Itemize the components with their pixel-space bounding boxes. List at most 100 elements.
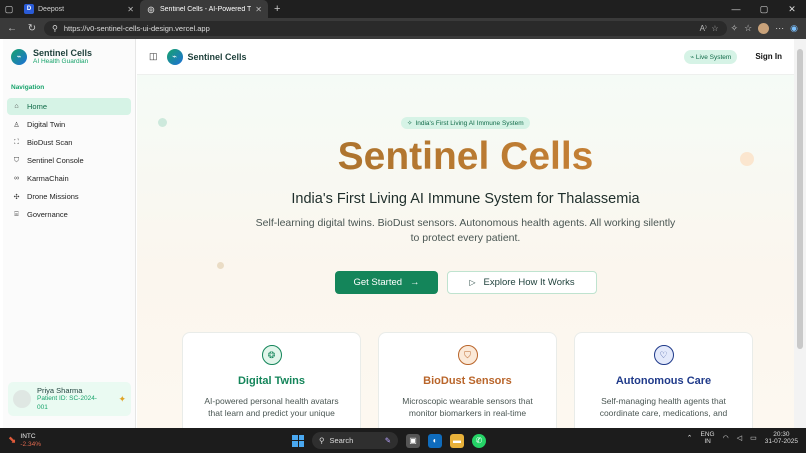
pulse-logo-icon: ⌁ — [166, 48, 183, 65]
sidebar-item-biodust-scan[interactable]: ⛶ BioDust Scan — [7, 134, 131, 151]
user-icon: ♙ — [13, 121, 20, 129]
profile-avatar[interactable] — [758, 23, 770, 34]
hero-pill-badge: ✧ India's First Living AI Immune System — [401, 117, 530, 129]
sidebar-item-digital-twin[interactable]: ♙ Digital Twin — [7, 116, 131, 133]
building-icon: ⌸ — [14, 210, 19, 218]
sidebar-item-drone-missions[interactable]: ✣ Drone Missions — [7, 188, 131, 205]
site-info-icon[interactable]: ⚲ — [52, 24, 58, 33]
sidebar-item-label: KarmaChain — [27, 174, 69, 183]
feature-description: Self-managing health agents that coordin… — [599, 396, 728, 418]
sidebar-brand[interactable]: ⌁ Sentinel Cells AI Health Guardian — [3, 39, 135, 74]
edge-browser-icon[interactable]: ◐ — [428, 433, 442, 448]
hero-subtitle: India's First Living AI Immune System fo… — [291, 191, 640, 207]
status-badge: ⌁ Live System — [684, 49, 738, 64]
battery-icon[interactable]: ▭ — [750, 434, 757, 442]
favorites-icon[interactable]: ☆ — [744, 23, 752, 34]
sidebar-item-karmachain[interactable]: ∞ KarmaChain — [7, 170, 131, 187]
drone-icon: ✣ — [13, 193, 20, 201]
feature-title: Digital Twins — [237, 375, 306, 387]
close-tab-icon[interactable]: ✕ — [255, 5, 262, 14]
browser-tab[interactable]: D Deepost ✕ — [18, 0, 140, 18]
more-menu-icon[interactable]: ⋯ — [775, 23, 784, 34]
sidebar-item-governance[interactable]: ⌸ Governance — [7, 206, 131, 223]
system-clock[interactable]: 20:30 31-07-2025 — [765, 431, 798, 446]
decorative-dot — [158, 118, 167, 127]
feature-card-biodust-sensors[interactable]: ⛉ BioDust Sensors Microscopic wearable s… — [378, 332, 557, 428]
home-icon: ⌂ — [14, 103, 19, 110]
top-bar: ◫ ⌁ Sentinel Cells ⌁ Live System Sign In — [137, 39, 794, 75]
back-icon[interactable]: ← — [4, 23, 20, 34]
arrow-right-icon: → — [410, 277, 420, 288]
copilot-icon[interactable]: ◉ — [790, 23, 798, 34]
browser-tab-strip: ▢ D Deepost ✕ ◎ Sentinel Cells - AI-Powe… — [0, 0, 806, 18]
sparkle-icon: ✦ — [118, 393, 126, 404]
sidebar-item-sentinel-console[interactable]: ⛉ Sentinel Console — [7, 152, 131, 169]
page-scrollbar[interactable] — [794, 39, 806, 428]
window-menu-icon[interactable]: ▢ — [0, 0, 18, 18]
region-code: IN — [704, 438, 711, 446]
status-text: Live System — [695, 53, 732, 61]
search-label: Search — [329, 436, 354, 445]
explore-button[interactable]: ▷ Explore How It Works — [447, 271, 597, 294]
button-label: Explore How It Works — [483, 277, 575, 288]
stock-down-icon: ⬊ — [8, 434, 17, 446]
feature-card-autonomous-care[interactable]: ♡ Autonomous Care Self-managing health a… — [574, 332, 753, 428]
stock-symbol: INTC — [20, 433, 36, 441]
chevron-up-icon[interactable]: ⌃ — [687, 434, 693, 442]
button-label: Get Started — [353, 277, 403, 288]
web-page: ⌁ Sentinel Cells AI Health Guardian Navi… — [3, 39, 794, 428]
new-tab-icon[interactable]: + — [268, 3, 286, 15]
hero-description: Self-learning digital twins. BioDust sen… — [255, 217, 676, 244]
decorative-dot — [217, 262, 224, 269]
sidebar-item-label: Governance — [27, 210, 68, 219]
search-art-icon: ✎ — [384, 436, 391, 445]
close-tab-icon[interactable]: ✕ — [127, 5, 134, 14]
taskbar: ⬊ INTC -2.34% ⚲ Search ✎ ▣ ◐ ▬ ✆ ⌃ ENG I… — [0, 428, 806, 453]
sign-in-button[interactable]: Sign In — [755, 52, 782, 61]
get-started-button[interactable]: Get Started → — [335, 271, 438, 294]
wifi-icon[interactable]: ◠ — [723, 434, 729, 442]
whatsapp-icon[interactable]: ✆ — [472, 433, 486, 448]
brand-tagline: AI Health Guardian — [33, 58, 89, 65]
stock-change: -2.34% — [20, 440, 41, 448]
header-title: Sentinel Cells — [187, 51, 247, 62]
address-bar-row: ← ↻ ⚲ https://v0-sentinel-cells-ui-desig… — [0, 18, 806, 39]
shield-icon: ⛉ — [457, 345, 478, 365]
sidebar-item-label: BioDust Scan — [27, 138, 73, 147]
feature-title: BioDust Sensors — [423, 375, 512, 387]
reload-icon[interactable]: ↻ — [24, 23, 40, 34]
play-icon: ▷ — [469, 278, 476, 287]
url-text: https://v0-sentinel-cells-ui-design.verc… — [63, 24, 210, 33]
stock-widget[interactable]: ⬊ INTC -2.34% — [8, 433, 41, 447]
language-indicator[interactable]: ENG IN — [701, 431, 715, 446]
taskbar-search[interactable]: ⚲ Search ✎ — [312, 432, 398, 449]
url-tools: A⁾ ☆ — [699, 24, 719, 33]
windows-start-icon[interactable] — [292, 434, 304, 447]
brain-icon: ❂ — [261, 345, 282, 365]
browser-tab-active[interactable]: ◎ Sentinel Cells - AI-Powered Thala... ✕ — [140, 0, 268, 18]
patient-id: Patient ID: SC-2024-001 — [37, 395, 97, 411]
time: 20:30 — [773, 431, 790, 438]
feature-card-digital-twins[interactable]: ❂ Digital Twins AI-powered personal heal… — [182, 332, 361, 428]
extensions-icon[interactable]: ✧ — [731, 23, 739, 34]
shield-icon: ⛉ — [13, 156, 20, 164]
task-view-icon[interactable]: ▣ — [406, 433, 420, 448]
avatar — [13, 390, 31, 408]
nav-section-label: Navigation — [11, 84, 45, 91]
sidebar-item-label: Home — [27, 102, 48, 111]
close-window-icon[interactable]: ✕ — [778, 4, 806, 15]
url-field[interactable]: ⚲ https://v0-sentinel-cells-ui-design.ve… — [44, 21, 727, 36]
sidebar-item-home[interactable]: ⌂ Home — [7, 98, 131, 115]
scrollbar-thumb[interactable] — [797, 49, 803, 349]
file-explorer-icon[interactable]: ▬ — [450, 433, 464, 448]
user-profile-card[interactable]: Priya Sharma Patient ID: SC-2024-001 ✦ — [8, 382, 131, 416]
pill-text: India's First Living AI Immune System — [415, 119, 524, 127]
feature-title: Autonomous Care — [615, 375, 712, 387]
minimize-icon[interactable]: — — [722, 4, 750, 15]
tab-title: Sentinel Cells - AI-Powered Thala... — [160, 5, 252, 13]
feature-description: AI-powered personal health avatars that … — [204, 396, 339, 418]
sidebar-toggle-icon[interactable]: ◫ — [149, 51, 158, 62]
hero-title: Sentinel Cells — [137, 135, 794, 179]
volume-icon[interactable]: ◁ — [737, 434, 742, 442]
maximize-icon[interactable]: ▢ — [750, 4, 778, 15]
